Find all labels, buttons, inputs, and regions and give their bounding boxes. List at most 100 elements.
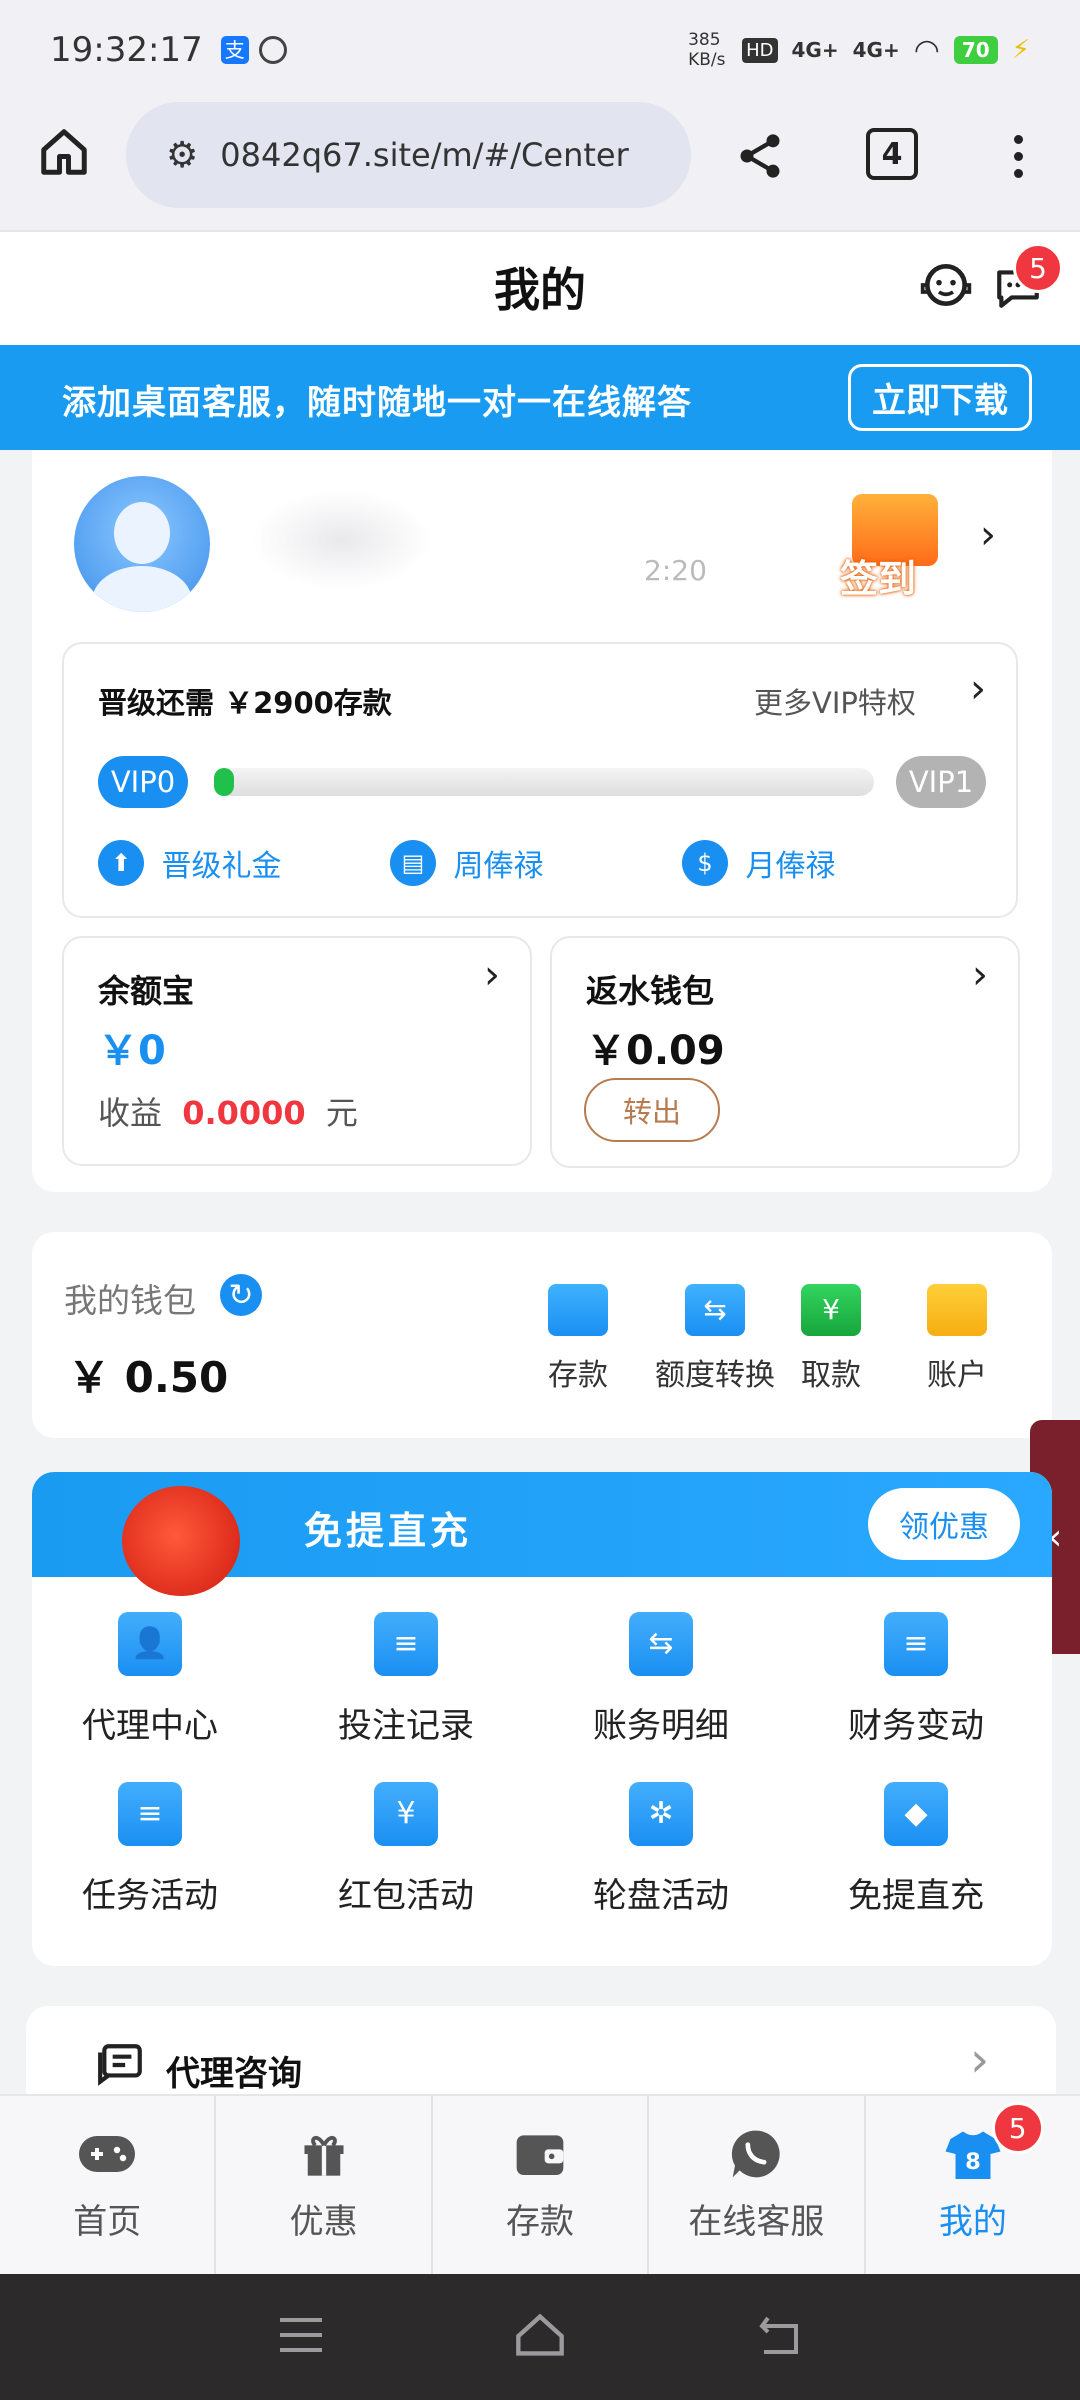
customer-service-icon[interactable] <box>918 257 974 313</box>
vip-next-tag: VIP1 <box>896 756 986 808</box>
home-icon[interactable] <box>34 122 94 182</box>
feature-agent[interactable]: 👤 代理中心 <box>50 1612 250 1747</box>
feature-label: 任务活动 <box>82 1876 218 1916</box>
feature-label: 免提直充 <box>848 1876 984 1916</box>
vip-more-link[interactable]: 更多VIP特权 <box>754 680 916 722</box>
home-nav-icon[interactable] <box>514 2312 566 2358</box>
status-bar: 19:32:17 支 385 KB/s HD 4G+ 4G+ ◠ 70 ⚡ <box>0 0 1080 100</box>
tab-switcher-button[interactable]: 4 <box>866 128 918 180</box>
hd-icon: HD <box>742 37 778 63</box>
tab-profile[interactable]: 8 我的 5 <box>866 2096 1080 2274</box>
clock: 19:32:17 <box>50 30 203 70</box>
tab-label: 优惠 <box>289 2202 358 2242</box>
consult-label: 代理咨询 <box>166 2054 302 2094</box>
wallet-action-label: 账户 <box>927 1358 987 1393</box>
wallet-action-label: 存款 <box>548 1358 608 1393</box>
vip-panel: 晋级还需 ￥2900存款 更多VIP特权 › VIP0 VIP1 ⬆ 晋级礼金 … <box>62 642 1018 918</box>
feature-label: 投注记录 <box>338 1706 474 1746</box>
tab-home[interactable]: 首页 <box>0 2096 217 2274</box>
refresh-icon[interactable]: ↻ <box>220 1274 262 1316</box>
rebate-withdraw-button[interactable]: 转出 <box>584 1078 720 1142</box>
perk-label: 晋级礼金 <box>161 849 282 884</box>
avatar[interactable] <box>74 476 210 612</box>
feature-task[interactable]: ≡ 任务活动 <box>50 1782 250 1917</box>
wallet-balance: ￥ 0.50 <box>68 1353 229 1402</box>
account-card-icon <box>927 1284 987 1336</box>
yuebao-card[interactable]: 余额宝 › ￥0 收益 0.0000 元 <box>62 936 532 1166</box>
yuebao-amount: ￥0 <box>98 1028 166 1074</box>
feature-finance-change[interactable]: ≡ 财务变动 <box>816 1612 1016 1747</box>
feature-recharge[interactable]: ◆ 免提直充 <box>816 1782 1016 1917</box>
more-menu-icon[interactable] <box>1000 128 1036 184</box>
rebate-wallet-amount: ￥0.09 <box>586 1028 725 1074</box>
weekly-salary-icon: ▤ <box>390 840 436 886</box>
battery: 70 <box>953 36 998 64</box>
feature-label: 红包活动 <box>338 1876 474 1916</box>
vip-current-tag: VIP0 <box>98 756 188 808</box>
feature-ledger[interactable]: ⇆ 账务明细 <box>561 1612 761 1747</box>
tab-deposit[interactable]: 存款 <box>433 2096 650 2274</box>
vip-requirement: 晋级还需 ￥2900存款 <box>98 686 392 720</box>
monthly-salary-icon: $ <box>682 840 728 886</box>
rebate-wallet-title: 返水钱包 <box>586 972 715 1010</box>
signin-label: 签到 <box>840 557 917 601</box>
transfer-icon: ⇆ <box>685 1284 745 1336</box>
share-icon[interactable] <box>730 126 790 186</box>
wheel-icon: ✲ <box>629 1782 693 1846</box>
vip-perk-monthly[interactable]: $ 月俸禄 <box>682 840 836 886</box>
consult-chevron-icon[interactable]: › <box>970 2032 989 2088</box>
vip-perk-upgrade[interactable]: ⬆ 晋级礼金 <box>98 840 282 886</box>
deposit-action[interactable]: 存款 <box>513 1284 643 1404</box>
site-settings-icon[interactable]: ⚙ <box>166 135 198 176</box>
upgrade-icon: ⬆ <box>98 840 144 886</box>
profile-card: 2:20 签到 › 晋级还需 ￥2900存款 更多VIP特权 › VIP0 VI… <box>32 450 1052 1192</box>
feature-bet-record[interactable]: ≡ 投注记录 <box>306 1612 506 1747</box>
yuebao-income-label: 收益 <box>98 1094 163 1132</box>
system-nav-bar <box>0 2274 1080 2400</box>
vip-progress-fill <box>214 768 234 796</box>
signal-2: 4G+ <box>852 38 900 62</box>
perk-label: 月俸禄 <box>745 849 836 884</box>
chat-icon <box>726 2126 786 2182</box>
gamepad-icon <box>77 2126 137 2182</box>
signin-button[interactable]: 签到 <box>822 490 962 601</box>
agent-icon: 👤 <box>118 1612 182 1676</box>
url-text: 0842q67.site/m/#/Center <box>220 136 629 174</box>
vip-chevron-icon[interactable]: › <box>970 666 986 712</box>
account-action[interactable]: 账户 <box>892 1284 1022 1404</box>
tab-count: 4 <box>881 136 903 172</box>
rebate-chevron-icon[interactable]: › <box>972 952 988 998</box>
yuebao-title: 余额宝 <box>98 972 195 1010</box>
lucky-bag-icon <box>122 1486 240 1596</box>
consult-icon <box>96 2040 146 2090</box>
withdraw-action[interactable]: ¥ 取款 <box>766 1284 896 1404</box>
svg-text:8: 8 <box>965 2149 981 2175</box>
tab-promotions[interactable]: 优惠 <box>216 2096 433 2274</box>
wifi-icon: ◠ <box>913 32 940 68</box>
feature-label: 轮盘活动 <box>593 1876 729 1916</box>
profile-chevron-icon[interactable]: › <box>980 512 996 558</box>
yuebao-income-value: 0.0000 <box>182 1094 306 1132</box>
rebate-wallet-card[interactable]: 返水钱包 › ￥0.09 转出 <box>550 936 1020 1168</box>
feature-red-envelope[interactable]: ¥ 红包活动 <box>306 1782 506 1917</box>
feature-label: 财务变动 <box>848 1706 984 1746</box>
perk-label: 周俸禄 <box>453 849 544 884</box>
yuebao-chevron-icon[interactable]: › <box>484 952 500 998</box>
yuebao-income-unit: 元 <box>325 1094 358 1132</box>
tab-label: 存款 <box>506 2202 575 2242</box>
tab-live-support[interactable]: 在线客服 <box>649 2096 866 2274</box>
claim-offer-button[interactable]: 领优惠 <box>868 1488 1020 1560</box>
url-field[interactable]: ⚙ 0842q67.site/m/#/Center <box>126 102 691 208</box>
menu-nav-icon[interactable] <box>280 2318 322 2352</box>
bottom-tab-bar: 首页 优惠 存款 在线客服 8 我的 5 <box>0 2094 1080 2274</box>
wallet-label: 我的钱包 <box>64 1281 196 1320</box>
bet-record-icon: ≡ <box>374 1612 438 1676</box>
message-badge: 5 <box>1013 243 1063 293</box>
feature-wheel[interactable]: ✲ 轮盘活动 <box>561 1782 761 1917</box>
recharge-banner[interactable]: 免提直充 领优惠 <box>32 1472 1052 1596</box>
download-button[interactable]: 立即下载 <box>848 364 1032 431</box>
back-nav-icon[interactable] <box>756 2312 804 2358</box>
vip-perk-weekly[interactable]: ▤ 周俸禄 <box>390 840 544 886</box>
wallet-action-label: 额度转换 <box>655 1358 775 1393</box>
app-notification-icon <box>258 36 287 64</box>
